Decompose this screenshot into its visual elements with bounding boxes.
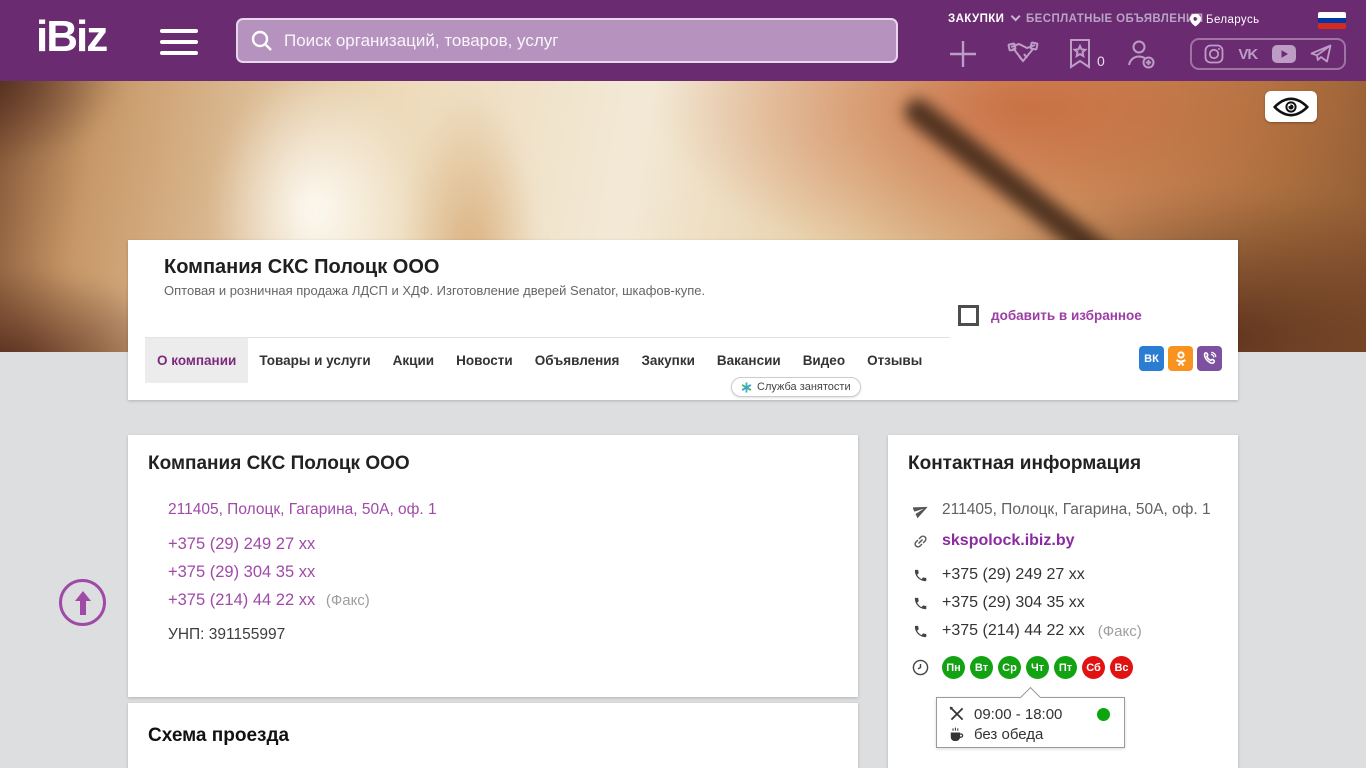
phone-link[interactable]: +375 (29) 249 27 xx <box>168 535 315 553</box>
map-title: Схема проезда <box>148 725 290 746</box>
add-to-favorites[interactable]: добавить в избранное <box>958 305 1142 326</box>
clock-icon <box>912 659 929 676</box>
contact-title: Контактная информация <box>908 453 1142 474</box>
company-social-buttons: ВК <box>1139 346 1222 371</box>
location-pin-icon <box>1190 13 1201 27</box>
favorites-count: 0 <box>1097 53 1105 69</box>
handshake-icon[interactable] <box>1005 36 1041 72</box>
favorites-bookmark-icon[interactable] <box>1062 36 1098 72</box>
free-ads-link[interactable]: БЕСПЛАТНЫЕ ОБЪЯВЛЕНИЯ <box>1026 13 1203 25</box>
company-info-card: Компания СКС Полоцк ООО 211405, Полоцк, … <box>128 435 858 697</box>
work-tools-icon <box>949 706 964 721</box>
phone-icon <box>912 596 929 611</box>
fax-note: (Факс) <box>1097 622 1142 640</box>
navigation-arrow-icon <box>912 502 929 518</box>
about-phone-row: +375 (29) 304 35 xx <box>168 563 315 582</box>
instagram-icon[interactable] <box>1204 44 1224 64</box>
day-badge[interactable]: Сб <box>1082 656 1105 679</box>
work-schedule-row: Пн Вт Ср Чт Пт Сб Вс <box>912 656 1133 679</box>
language-flag-russian[interactable] <box>1318 12 1346 29</box>
day-badge[interactable]: Ср <box>998 656 1021 679</box>
unp-number: УНП: 391155997 <box>168 626 286 643</box>
tab-ads[interactable]: Объявления <box>524 338 631 383</box>
tab-about[interactable]: О компании <box>145 338 249 383</box>
vk-icon[interactable]: VK <box>1238 46 1258 63</box>
contact-phone-row: +375 (29) 249 27 xx <box>912 566 1085 584</box>
open-now-indicator <box>1097 708 1110 721</box>
phone-icon <box>912 568 929 583</box>
country-selector[interactable]: Беларусь <box>1190 13 1260 27</box>
hamburger-menu-icon[interactable] <box>160 29 198 55</box>
contact-phone-row: +375 (29) 304 35 xx <box>912 594 1085 612</box>
day-badge[interactable]: Вт <box>970 656 993 679</box>
tab-promotions[interactable]: Акции <box>382 338 445 383</box>
viber-icon[interactable] <box>1197 346 1222 371</box>
header-social-links: VK <box>1190 38 1346 70</box>
company-header-card: Компания СКС Полоцк ООО Оптовая и рознич… <box>128 240 1238 400</box>
day-badge[interactable]: Вс <box>1110 656 1133 679</box>
company-title: Компания СКС Полоцк ООО <box>164 256 440 278</box>
weekday-badges: Пн Вт Ср Чт Пт Сб Вс <box>942 656 1133 679</box>
website-link[interactable]: skspolock.ibiz.by <box>942 532 1074 550</box>
contact-website-row: skspolock.ibiz.by <box>912 532 1074 550</box>
phone-link[interactable]: +375 (29) 304 35 xx <box>168 563 315 581</box>
contact-address-row: 211405, Полоцк, Гагарина, 50А, оф. 1 <box>912 501 1211 519</box>
employment-asterisk-icon <box>741 381 752 393</box>
fax-note: (Факс) <box>325 592 370 609</box>
register-person-add-icon[interactable] <box>1122 36 1158 72</box>
schedule-tooltip: 09:00 - 18:00 без обеда <box>936 697 1125 748</box>
search-input[interactable] <box>284 30 884 51</box>
phone-link[interactable]: +375 (214) 44 22 xx <box>168 591 315 609</box>
favorite-label: добавить в избранное <box>991 308 1142 323</box>
telegram-icon[interactable] <box>1310 44 1332 64</box>
scroll-to-top-button[interactable] <box>59 579 106 626</box>
purchases-menu[interactable]: ЗАКУПКИ <box>948 11 1021 25</box>
work-hours: 09:00 - 18:00 <box>974 705 1063 723</box>
vk-share-icon[interactable]: ВК <box>1139 346 1164 371</box>
search-bar <box>236 18 898 63</box>
contact-phone-row: +375 (214) 44 22 xx (Факс) <box>912 622 1142 640</box>
phone-icon <box>912 624 929 639</box>
link-icon <box>912 533 929 550</box>
accessibility-eye-icon[interactable] <box>1265 91 1317 122</box>
tab-products[interactable]: Товары и услуги <box>248 338 381 383</box>
header: iBiz ЗАКУПКИ БЕСПЛАТНЫЕ ОБЪЯВЛЕНИЯ Белар… <box>0 0 1366 81</box>
tab-news[interactable]: Новости <box>445 338 524 383</box>
ibiz-logo[interactable]: iBiz <box>36 12 108 62</box>
tab-reviews[interactable]: Отзывы <box>856 338 933 383</box>
employment-service-badge[interactable]: Служба занятости <box>731 377 861 397</box>
youtube-icon[interactable] <box>1271 45 1296 63</box>
day-badge[interactable]: Чт <box>1026 656 1049 679</box>
address-link[interactable]: 211405, Полоцк, Гагарина, 50А, оф. 1 <box>168 501 437 518</box>
about-address: 211405, Полоцк, Гагарина, 50А, оф. 1 <box>168 500 437 519</box>
map-card: Схема проезда <box>128 703 858 768</box>
lunch-note: без обеда <box>974 725 1044 743</box>
day-badge[interactable]: Пт <box>1054 656 1077 679</box>
lunch-cup-icon <box>950 727 964 742</box>
about-title: Компания СКС Полоцк ООО <box>148 453 410 474</box>
search-icon <box>251 30 272 51</box>
arrow-up-icon <box>74 590 91 615</box>
company-description: Оптовая и розничная продажа ЛДСП и ХДФ. … <box>164 283 706 298</box>
contact-info-card: Контактная информация 211405, Полоцк, Га… <box>888 435 1238 768</box>
about-phone-row: +375 (29) 249 27 xx <box>168 535 315 554</box>
chevron-down-icon <box>1010 11 1021 22</box>
day-badge[interactable]: Пн <box>942 656 965 679</box>
favorite-checkbox[interactable] <box>958 305 979 326</box>
tab-purchases[interactable]: Закупки <box>630 338 705 383</box>
about-phone-row: +375 (214) 44 22 xx (Факс) <box>168 591 370 610</box>
add-plus-icon[interactable] <box>945 36 981 72</box>
odnoklassniki-icon[interactable] <box>1168 346 1193 371</box>
page: iBiz ЗАКУПКИ БЕСПЛАТНЫЕ ОБЪЯВЛЕНИЯ Белар… <box>0 0 1366 768</box>
